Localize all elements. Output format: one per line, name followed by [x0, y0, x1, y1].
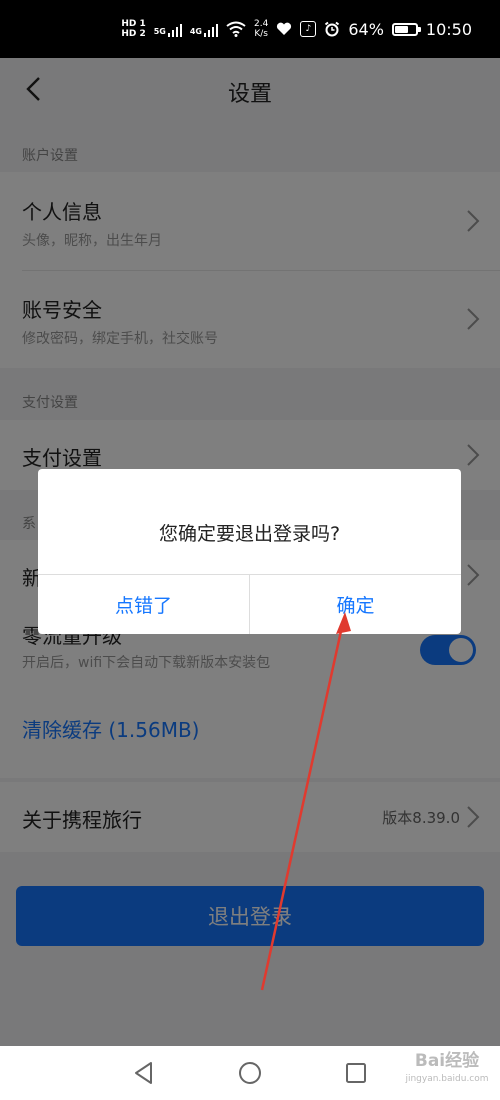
wifi-icon: [226, 21, 246, 37]
battery-percent: 64%: [348, 19, 384, 39]
nav-home-icon[interactable]: [237, 1060, 263, 1086]
watermark: Bai经验 jingyan.baidu.com: [405, 1051, 489, 1084]
signal-2: 4G: [190, 21, 218, 37]
app-notification-icon: ♪: [300, 21, 317, 37]
network-speed: 2.4 K/s: [254, 19, 269, 39]
battery-icon: [391, 22, 421, 36]
signal-1: 5G: [154, 21, 182, 37]
confirm-logout-dialog: 您确定要退出登录吗? 点错了 确定: [38, 469, 461, 634]
hd-indicator: HD 1 HD 2: [121, 19, 146, 39]
signal-bars-icon: [204, 21, 218, 37]
status-bar: HD 1 HD 2 5G 4G 2.4 K/s ♪ 64% 10:50: [0, 0, 500, 58]
nav-back-icon[interactable]: [131, 1060, 157, 1086]
nav-recents-icon[interactable]: [343, 1060, 369, 1086]
heart-icon: [277, 22, 292, 35]
dialog-message: 您确定要退出登录吗?: [158, 523, 341, 545]
alarm-icon: [325, 21, 340, 37]
cancel-button[interactable]: 点错了: [38, 575, 249, 634]
signal-bars-icon: [167, 21, 182, 37]
clock: 10:50: [425, 19, 472, 39]
system-nav-bar: Bai经验 jingyan.baidu.com: [0, 1046, 500, 1100]
confirm-button[interactable]: 确定: [250, 575, 461, 634]
